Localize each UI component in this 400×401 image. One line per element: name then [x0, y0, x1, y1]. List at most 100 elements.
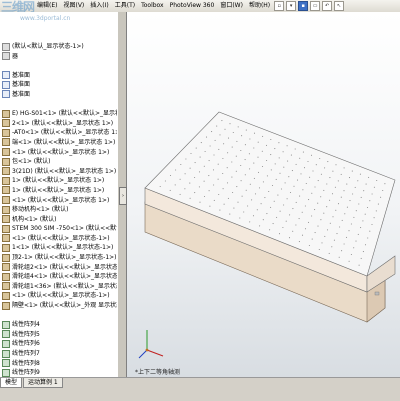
mounting-hole	[320, 196, 322, 198]
tree-item[interactable]: <1> (默认<<默认>_显示状态 1>)	[1, 148, 117, 158]
tree-item[interactable]: (默认<默认_显示状态-1>)	[1, 42, 117, 52]
mounting-hole	[332, 216, 334, 218]
mounting-hole	[294, 148, 296, 150]
mounting-hole	[239, 217, 241, 219]
mounting-hole	[262, 219, 264, 221]
mounting-hole	[175, 169, 177, 171]
mounting-hole	[295, 163, 297, 165]
mounting-hole	[314, 186, 316, 188]
mounting-hole	[360, 227, 362, 229]
part-icon	[2, 282, 10, 291]
pattern-icon	[2, 320, 10, 329]
select-icon[interactable]: ↖	[334, 1, 345, 11]
mounting-hole	[380, 196, 382, 198]
tree-item[interactable]: 线性阵列9	[1, 368, 117, 377]
tree-item[interactable]: -AT0<1> (默认<<默认>_显示状态 1>)	[1, 128, 117, 138]
tree-item[interactable]: 线性阵列8	[1, 359, 117, 369]
tree-item[interactable]: 移动机构<1> (默认)	[1, 205, 117, 215]
mounting-hole	[245, 129, 247, 131]
mounting-hole	[301, 211, 303, 213]
mounting-hole	[302, 151, 304, 153]
mounting-hole	[245, 189, 247, 191]
tree-item[interactable]: 滑轮组2<1> (默认<<默认>_显示状态-1>)	[1, 263, 117, 273]
mounting-hole	[200, 142, 202, 144]
tree-item[interactable]: STEM 300 SIM -750<1> (默认<<默认>_外	[1, 224, 117, 234]
part-icon	[2, 205, 10, 214]
undo-icon[interactable]: ↶	[322, 1, 333, 11]
mounting-hole	[222, 172, 224, 175]
mounting-hole	[319, 157, 321, 160]
tree-item[interactable]: 器	[1, 52, 117, 62]
tree-item[interactable]: 线性阵列6	[1, 339, 117, 349]
menu-view[interactable]: 视图(V)	[60, 0, 87, 12]
menu-insert[interactable]: 插入(I)	[87, 0, 111, 12]
mounting-hole	[253, 147, 255, 149]
tree-item[interactable]: 线性阵列4	[1, 320, 117, 330]
mounting-hole	[278, 233, 281, 235]
mounting-hole	[284, 182, 286, 184]
part-icon	[2, 109, 10, 118]
tree-item[interactable]: 基准面	[1, 71, 117, 81]
tree-item[interactable]: 基准面	[1, 90, 117, 100]
tree-item[interactable]: 3(21D) (默认<<默认>_显示状态 1>)	[1, 167, 117, 177]
tree-item[interactable]: 端<1> (默认<<默认>_显示状态 1>)	[1, 138, 117, 148]
mounting-hole	[343, 190, 345, 192]
mounting-hole	[283, 204, 285, 206]
collapse-handle-icon[interactable]: ›	[119, 187, 127, 205]
mounting-hole	[331, 246, 333, 248]
mounting-hole	[335, 209, 337, 211]
tree-item[interactable]: 2<1> (默认<<默认>_显示状态 1>)	[1, 119, 117, 129]
tree-item[interactable]: <1> (默认<<默认>_显示状态 1>)	[1, 196, 117, 206]
mounting-hole	[184, 188, 186, 190]
menu-window[interactable]: 窗口(W)	[217, 0, 246, 12]
new-file-icon[interactable]: ▫	[274, 1, 285, 11]
tree-item[interactable]: 线性阵列5	[1, 330, 117, 340]
mounting-hole	[218, 148, 220, 150]
mounting-hole	[268, 190, 270, 193]
mounting-hole	[338, 256, 340, 258]
mounting-hole	[251, 199, 253, 201]
mounting-hole	[328, 252, 330, 254]
menu-toolbox[interactable]: Toolbox	[138, 0, 167, 12]
tree-item[interactable]: E) HG-S01<1> (默认<<默认>_显示状态 1	[1, 109, 117, 119]
panel-splitter[interactable]: ›	[118, 12, 127, 377]
tab-model[interactable]: 模型	[0, 378, 23, 388]
tree-item[interactable]: <1> (默认<<默认>_显示状态-1>)	[1, 291, 117, 301]
mounting-hole	[332, 170, 334, 172]
tree-item-label: <1> (默认<<默认>_显示状态 1>)	[12, 196, 110, 204]
mounting-hole	[362, 220, 364, 222]
mounting-hole	[189, 167, 191, 169]
tree-item[interactable]	[1, 61, 117, 71]
tree-item[interactable]	[1, 311, 117, 321]
tree-item[interactable]: 机构<1> (默认)	[1, 215, 117, 225]
tree-item[interactable]: 包<1> (默认)	[1, 157, 117, 167]
tree-item-label: 1> (默认<<默认>_显示状态 1>)	[12, 186, 105, 194]
tree-item[interactable]: 1> (默认<<默认>_显示状态 1>)	[1, 176, 117, 186]
menu-help[interactable]: 帮助(H)	[246, 0, 273, 12]
save-icon[interactable]: ▪	[298, 1, 309, 11]
graphics-viewport[interactable]: *上下二等角轴测	[127, 12, 400, 377]
tab-motion-study[interactable]: 运动算例 1	[23, 378, 63, 388]
tree-item[interactable]	[1, 100, 117, 110]
open-file-icon[interactable]: ▾	[286, 1, 297, 11]
print-icon[interactable]: ▭	[310, 1, 321, 11]
mounting-hole	[317, 202, 319, 204]
tree-item[interactable]: 1<1> (默认<<默认>_显示状态-1>)	[1, 243, 117, 253]
menu-edit[interactable]: 编辑(E)	[34, 0, 60, 12]
mounting-hole	[357, 233, 359, 235]
tree-item[interactable]: 线性阵列7	[1, 349, 117, 359]
mounting-hole	[231, 146, 233, 148]
plane-icon	[2, 71, 10, 80]
mounting-hole	[310, 154, 313, 156]
tree-item[interactable]: 滑轮组1<36> (默认<<默认>_显示状态-1>)	[1, 282, 117, 292]
tree-item[interactable]: 基准面	[1, 80, 117, 90]
menu-photoview[interactable]: PhotoView 360	[167, 0, 218, 12]
mounting-hole	[257, 156, 259, 158]
tree-item[interactable]: <1> (默认<<默认>_显示状态-1>)	[1, 234, 117, 244]
mounting-hole	[314, 232, 316, 234]
tree-item[interactable]: 顶2-1> (默认<<默认>_显示状态-1>)	[1, 253, 117, 263]
tree-item[interactable]: 1> (默认<<默认>_显示状态 1>)	[1, 186, 117, 196]
tree-item[interactable]: 隔壁<1> (默认<<默认>_外观 显示状态-1>)	[1, 301, 117, 311]
menu-tools[interactable]: 工具(T)	[112, 0, 138, 12]
tree-item[interactable]: 滑轮组4<1> (默认<<默认>_显示状态-1>)	[1, 272, 117, 282]
